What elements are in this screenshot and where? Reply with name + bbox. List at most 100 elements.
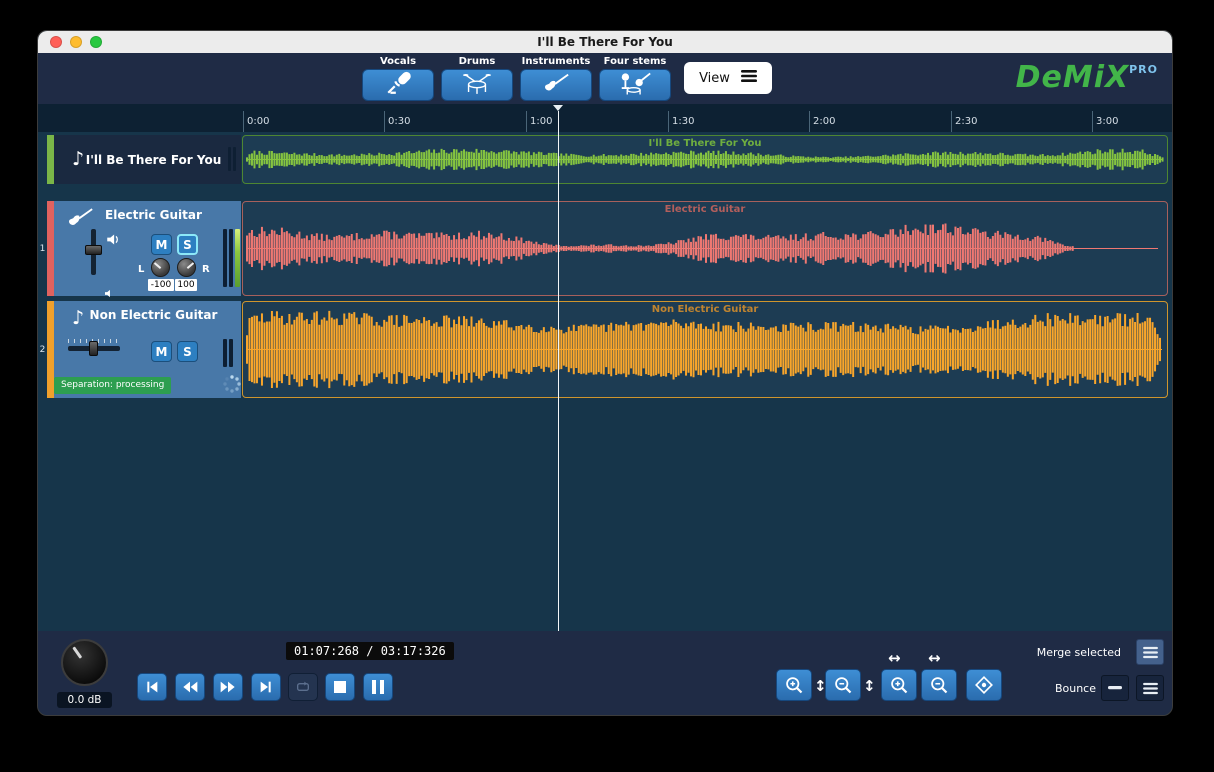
volume-fader-handle[interactable]	[85, 245, 102, 255]
stem-vocals: Vocals	[362, 56, 434, 101]
stem-buttons: Vocals Drums	[362, 56, 671, 101]
zoom-out-horizontal-button[interactable]	[921, 669, 957, 701]
drums-button[interactable]	[441, 69, 513, 101]
speaker-loud-icon	[106, 231, 121, 250]
guitar-icon	[542, 72, 570, 98]
zoom-in-vertical-button[interactable]	[776, 669, 812, 701]
zoom-in-icon	[784, 675, 805, 696]
pan-left-label: L	[138, 264, 144, 275]
rewind-button[interactable]	[175, 673, 205, 701]
pause-icon	[371, 680, 385, 694]
track-name: Non Electric Guitar	[88, 308, 219, 322]
menu-icon	[1143, 646, 1158, 659]
track-number: 1	[38, 201, 47, 296]
bounce-menu-button[interactable]	[1136, 675, 1164, 701]
clip-label: I'll Be There For You	[243, 138, 1167, 149]
track-name: I'll Be There For You	[88, 135, 219, 184]
ruler-tick: 0:30	[384, 111, 410, 132]
four-stems-icon	[619, 71, 652, 100]
zoom-fit-button[interactable]	[966, 669, 1002, 701]
track-header-electric-guitar[interactable]: Electric Guitar M S L R -100 100	[54, 201, 241, 296]
fast-forward-button[interactable]	[213, 673, 243, 701]
horizontal-arrows-icon: ↔	[928, 649, 941, 667]
bounce-minus-button[interactable]	[1101, 675, 1129, 701]
bounce-label: Bounce	[1055, 682, 1096, 695]
skip-to-start-button[interactable]	[137, 673, 167, 701]
stem-drums-label: Drums	[459, 56, 496, 68]
ruler-band: 0:00 0:30 1:00 1:30 2:00 2:30 3:00	[38, 104, 1172, 132]
transport-bar: 0.0 dB 01:07:268 / 03:17:326	[38, 631, 1172, 715]
time-display: 01:07:268 / 03:17:326	[286, 642, 454, 660]
processing-spinner-icon	[222, 374, 242, 398]
track-color-strip	[47, 201, 54, 296]
zoom-in-icon	[889, 675, 910, 696]
track-color-strip	[47, 135, 54, 184]
pause-button[interactable]	[363, 673, 393, 701]
stop-button[interactable]	[325, 673, 355, 701]
solo-button[interactable]: S	[177, 341, 198, 362]
zoom-out-icon	[929, 675, 950, 696]
separation-status-badge: Separation: processing	[54, 377, 171, 394]
pan-left-value[interactable]: -100	[148, 279, 174, 291]
horizontal-arrows-icon: ↔	[888, 649, 901, 667]
skip-to-end-icon	[258, 679, 274, 695]
audio-clip-master[interactable]: I'll Be There For You	[242, 135, 1168, 184]
pan-right-knob[interactable]	[177, 258, 196, 277]
track-header-master[interactable]: ♪ I'll Be There For You	[54, 135, 241, 184]
logo-text: DeMiX	[1016, 60, 1130, 95]
audio-clip-electric-guitar[interactable]: Electric Guitar	[242, 201, 1168, 296]
master-volume-value: 0.0 dB	[57, 692, 112, 708]
horizontal-slider-handle[interactable]	[89, 341, 98, 356]
zoom-in-horizontal-button[interactable]	[881, 669, 917, 701]
four-stems-button[interactable]	[599, 69, 671, 101]
playhead-marker[interactable]	[553, 105, 563, 111]
timeline-ruler[interactable]: 0:00 0:30 1:00 1:30 2:00 2:30 3:00	[238, 111, 1172, 132]
stem-drums: Drums	[441, 56, 513, 101]
level-meter	[229, 339, 233, 367]
window-title: I'll Be There For You	[38, 31, 1172, 53]
track-row-electric-guitar: 1 Electric Guitar	[38, 201, 1172, 296]
ruler-tick: 2:00	[809, 111, 835, 132]
stem-vocals-label: Vocals	[380, 56, 416, 68]
toolbar: Vocals Drums	[38, 53, 1172, 104]
level-meter-active	[235, 229, 240, 287]
master-volume-knob[interactable]	[61, 639, 108, 686]
stem-instruments: Instruments	[520, 56, 592, 101]
track-number: 2	[38, 301, 47, 398]
rewind-icon	[181, 679, 199, 695]
fast-forward-icon	[219, 679, 237, 695]
loop-button[interactable]	[288, 673, 318, 701]
skip-to-start-icon	[144, 679, 160, 695]
music-note-icon: ♪	[72, 148, 84, 170]
playhead[interactable]	[558, 111, 559, 631]
mute-button[interactable]: M	[151, 234, 172, 255]
stem-four-stems-label: Four stems	[604, 56, 667, 68]
pan-right-value[interactable]: 100	[175, 279, 197, 291]
waveform	[243, 202, 1167, 295]
app-window: I'll Be There For You Vocals Drums	[37, 30, 1173, 716]
menu-icon	[1143, 682, 1158, 695]
demix-pro-logo: DeMiXPRO	[1016, 60, 1158, 95]
view-button-label: View	[699, 71, 730, 86]
music-note-icon: ♪	[72, 307, 84, 329]
view-button[interactable]: View	[684, 62, 772, 94]
track-name: Electric Guitar	[88, 208, 219, 222]
minus-icon	[1108, 686, 1122, 690]
ruler-tick: 1:30	[668, 111, 694, 132]
audio-clip-non-electric-guitar[interactable]: Non Electric Guitar	[242, 301, 1168, 398]
mute-button[interactable]: M	[151, 341, 172, 362]
track-row-non-electric-guitar: 2 ♪ Non Electric Guitar M S Separation: …	[38, 301, 1172, 398]
ruler-tick: 1:00	[526, 111, 552, 132]
level-meter	[233, 147, 236, 171]
merge-menu-button[interactable]	[1136, 639, 1164, 665]
level-meter	[228, 147, 231, 171]
solo-button[interactable]: S	[177, 234, 198, 255]
vocals-button[interactable]	[362, 69, 434, 101]
skip-to-end-button[interactable]	[251, 673, 281, 701]
zoom-out-vertical-button[interactable]	[825, 669, 861, 701]
track-header-non-electric-guitar[interactable]: ♪ Non Electric Guitar M S Separation: pr…	[54, 301, 241, 398]
vertical-arrows-icon: ↕	[863, 677, 876, 695]
zoom-out-icon	[833, 675, 854, 696]
pan-left-knob[interactable]	[151, 258, 170, 277]
instruments-button[interactable]	[520, 69, 592, 101]
